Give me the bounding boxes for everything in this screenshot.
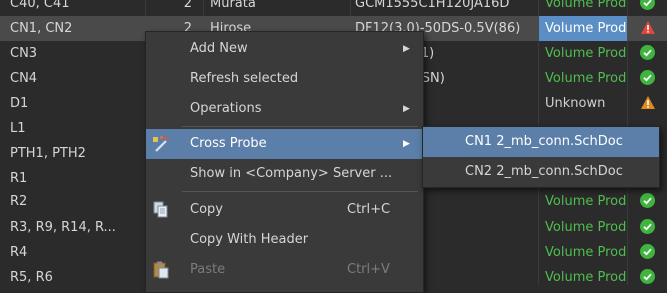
submenu-arrow-icon: ▶ (403, 44, 410, 54)
menu-item-label: Show in <Company> Server ... (190, 166, 393, 181)
lifecycle-state-cell: Volume Production (545, 0, 627, 11)
status-cell (628, 215, 667, 240)
menu-separator (182, 126, 418, 127)
designator-cell: L1 (10, 121, 26, 136)
menu-item-label: Paste (190, 262, 226, 277)
designator-cell: CN1, CN2 (10, 21, 73, 36)
designator-cell: R4 (10, 245, 28, 260)
status-cell (628, 265, 667, 290)
table-row[interactable]: C40, C41 2 Murata GCM1555C1H120JA16D Vol… (0, 0, 667, 16)
menu-item-label: Cross Probe (190, 136, 267, 151)
designator-cell: PTH1, PTH2 (10, 146, 86, 161)
status-cell (628, 0, 667, 16)
menu-item-copy-with-header[interactable]: Copy With Header (146, 225, 423, 255)
lifecycle-state-cell: Volume Production (545, 270, 627, 285)
check-circle-icon (640, 0, 655, 10)
menu-item-shortcut: Ctrl+V (347, 262, 390, 277)
designator-cell: CN4 (10, 71, 38, 86)
lifecycle-state-cell: Volume Production (545, 245, 627, 260)
designator-cell: C40, C41 (10, 0, 70, 11)
menu-item-operations[interactable]: Operations ▶ (146, 94, 423, 124)
status-cell (628, 240, 667, 265)
submenu-arrow-icon: ▶ (403, 139, 410, 149)
status-cell (628, 41, 667, 66)
designator-cell: R3, R9, R14, R... (10, 220, 116, 235)
context-menu: Add New ▶ Refresh selected Operations ▶ … (145, 31, 424, 293)
check-circle-icon (640, 269, 655, 284)
check-circle-icon (640, 193, 655, 208)
lifecycle-state-cell: Volume Production (539, 16, 627, 41)
menu-item-cross-probe[interactable]: Cross Probe ▶ (146, 129, 423, 159)
submenu-arrow-icon: ▶ (403, 104, 410, 114)
designator-cell: R2 (10, 194, 28, 209)
lifecycle-state-cell: Volume Production (545, 71, 627, 86)
check-circle-icon (640, 244, 655, 259)
lifecycle-state-cell: Unknown (545, 96, 606, 111)
check-circle-icon (640, 219, 655, 234)
status-cell (628, 91, 667, 116)
designator-cell: R1 (10, 171, 28, 186)
menu-item-label: Operations (190, 101, 262, 116)
menu-item-label: Copy (190, 202, 223, 217)
error-triangle-icon (640, 19, 656, 41)
lifecycle-state-cell: Volume Production (545, 46, 627, 61)
designator-cell: D1 (10, 96, 29, 111)
menu-item-paste[interactable]: Paste Ctrl+V (146, 255, 423, 285)
menu-item-show-in-server[interactable]: Show in <Company> Server ... (146, 159, 423, 189)
menu-separator (182, 191, 418, 192)
menu-item-add-new[interactable]: Add New ▶ (146, 34, 423, 64)
menu-item-label: Copy With Header (190, 232, 309, 247)
check-circle-icon (640, 70, 655, 85)
submenu-item-label: CN1 2_mb_conn.SchDoc (465, 134, 623, 149)
lifecycle-state-cell: Volume Production (545, 194, 627, 209)
quantity-cell: 2 (183, 0, 192, 11)
paste-icon (151, 260, 171, 280)
submenu-item-cn2[interactable]: CN2 2_mb_conn.SchDoc (423, 157, 659, 187)
menu-item-copy[interactable]: Copy Ctrl+C (146, 195, 423, 225)
manufacturer-cell: Murata (210, 0, 256, 11)
check-circle-icon (640, 45, 655, 60)
menu-item-label: Add New (190, 41, 248, 56)
status-cell (628, 189, 667, 214)
submenu-item-cn1[interactable]: CN1 2_mb_conn.SchDoc (423, 127, 659, 157)
designator-cell: CN3 (10, 46, 38, 61)
menu-item-refresh-selected[interactable]: Refresh selected (146, 64, 423, 94)
status-cell (628, 66, 667, 91)
menu-item-shortcut: Ctrl+C (347, 202, 391, 217)
copy-icon (151, 200, 171, 220)
part-number-cell: GCM1555C1H120JA16D (355, 0, 510, 11)
cross-probe-icon (151, 134, 171, 154)
lifecycle-state-cell: Volume Production (545, 220, 627, 235)
warning-triangle-icon (640, 94, 656, 116)
submenu-item-label: CN2 2_mb_conn.SchDoc (465, 164, 623, 179)
designator-cell: R5, R6 (10, 270, 53, 285)
cross-probe-submenu: CN1 2_mb_conn.SchDoc CN2 2_mb_conn.SchDo… (422, 126, 660, 188)
menu-item-label: Refresh selected (190, 71, 299, 86)
status-cell (628, 16, 667, 41)
